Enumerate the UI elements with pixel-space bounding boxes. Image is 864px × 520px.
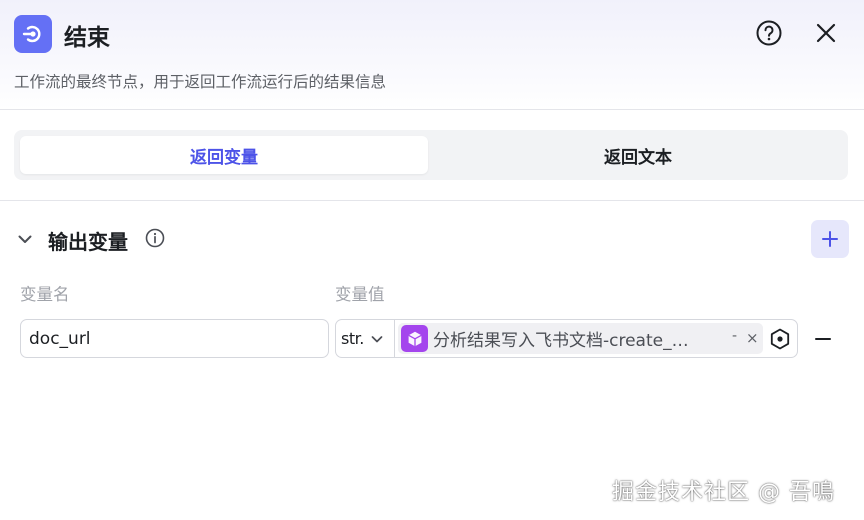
watermark: 掘金技术社区 @ 吾鳴 — [612, 480, 835, 505]
chevron-down-icon[interactable] — [14, 228, 36, 250]
column-header-name: 变量名 — [20, 285, 70, 304]
reference-suffix: - — [732, 328, 738, 344]
tab-bar: 返回变量 返回文本 — [14, 130, 848, 180]
panel-header: 结束 工作流的最终节点，用于返回工作流运行后的结果信息 — [0, 0, 864, 110]
page-title: 结束 — [64, 25, 110, 51]
node-description: 工作流的最终节点，用于返回工作流运行后的结果信息 — [14, 73, 387, 91]
variable-reference-chip[interactable]: 分析结果写入飞书文档-create_… - × — [398, 323, 763, 354]
variable-value-field: str. 分析结果写入飞书文档-create_… - × — [335, 319, 798, 358]
reference-label: 分析结果写入飞书文档-create_… — [433, 331, 689, 351]
tab-return-variables[interactable]: 返回变量 — [20, 136, 428, 174]
type-select[interactable]: str. — [336, 320, 395, 357]
end-node-icon — [14, 15, 52, 53]
info-icon[interactable] — [144, 227, 166, 249]
divider — [0, 200, 864, 201]
close-icon[interactable] — [812, 19, 840, 47]
minus-icon — [815, 338, 831, 340]
column-header-value: 变量值 — [335, 285, 385, 304]
variable-name-input[interactable] — [20, 319, 329, 358]
section-title: 输出变量 — [48, 230, 128, 254]
cube-icon — [401, 325, 428, 352]
plus-icon — [822, 231, 838, 247]
remove-variable-button[interactable] — [810, 326, 836, 352]
tab-return-text[interactable]: 返回文本 — [434, 136, 842, 174]
help-circle-icon[interactable] — [754, 18, 784, 48]
type-select-value: str. — [341, 329, 364, 348]
settings-icon[interactable] — [768, 327, 792, 351]
clear-reference-button[interactable]: × — [746, 329, 759, 347]
add-variable-button[interactable] — [811, 220, 849, 258]
chevron-down-icon — [370, 332, 384, 346]
